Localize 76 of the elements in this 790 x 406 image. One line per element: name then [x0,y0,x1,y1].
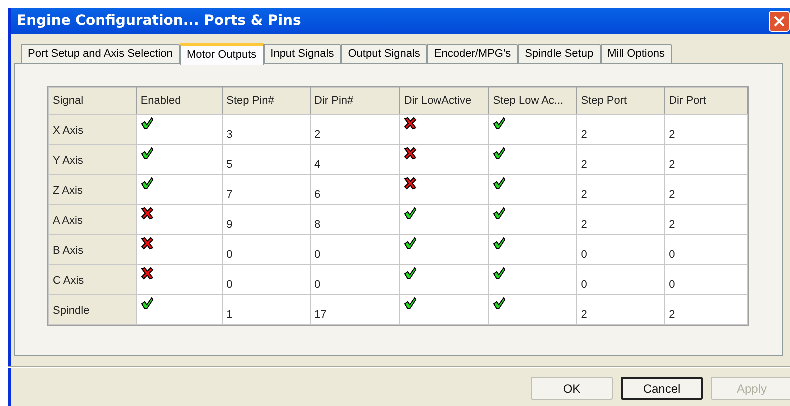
checkmark-icon[interactable] [493,147,506,160]
row-header: C Axis [53,275,84,287]
dialog-button[interactable]: Cancel [621,377,703,400]
row-header: A Axis [53,215,83,227]
column-header[interactable]: Step Port [576,88,665,114]
table-cell: 2 [669,219,676,231]
tab[interactable]: Output Signals [341,44,428,63]
cross-icon[interactable] [140,237,154,250]
table-cell: 4 [314,159,321,171]
table-cell: 2 [669,159,676,171]
column-header[interactable]: Step Pin# [222,88,310,114]
table-cell: 8 [314,219,321,231]
tab[interactable]: Input Signals [264,44,342,63]
table-cell: 0 [669,249,676,261]
column-header[interactable]: Enabled [136,88,222,114]
tab[interactable]: Mill Options [600,44,672,63]
checkmark-icon[interactable] [140,147,154,160]
window-title: Engine Configuration... Ports & Pins [17,12,302,30]
column-header[interactable]: Signal [48,88,136,114]
cross-icon[interactable] [404,117,418,130]
table-cell: 2 [581,189,588,201]
row-header: Z Axis [53,185,83,197]
row-header: B Axis [53,245,84,257]
close-icon [774,16,785,26]
table-cell: 6 [314,189,321,201]
table-cell: 2 [581,129,588,141]
row-header: Spindle [53,305,90,317]
table-cell: 0 [314,249,321,261]
checkmark-icon[interactable] [493,297,506,310]
column-header[interactable]: Dir Port [664,88,748,114]
column-header[interactable]: Dir Pin# [310,88,400,114]
row-header: Y Axis [53,155,84,167]
table-cell: 2 [581,159,588,171]
tab[interactable]: Encoder/MPG's [427,44,518,63]
checkmark-icon[interactable] [493,177,506,190]
table-cell: 2 [314,129,321,141]
table-cell: 2 [669,129,676,141]
tab[interactable]: Port Setup and Axis Selection [21,44,180,63]
checkmark-icon[interactable] [404,297,418,310]
table-cell: 0 [669,279,676,291]
table-cell: 0 [581,249,588,261]
table-cell: 2 [581,219,588,231]
column-header[interactable]: Step Low Ac... [488,88,577,114]
checkmark-icon[interactable] [493,267,506,280]
row-header: X Axis [53,125,84,137]
table-cell: 0 [314,279,321,291]
table-cell: 0 [581,279,588,291]
checkmark-icon[interactable] [404,267,418,280]
dialog-button[interactable]: OK [531,377,613,400]
tab[interactable]: Motor Outputs [180,43,264,65]
table-cell: 1 [226,309,233,321]
close-button[interactable] [769,10,790,32]
cross-icon[interactable] [404,147,418,160]
table-cell: 5 [226,159,233,171]
table-cell: 2 [581,309,588,321]
column-header[interactable]: Dir LowActive [400,88,489,114]
table-cell: 2 [669,309,676,321]
checkmark-icon[interactable] [493,207,506,220]
table-cell: 7 [226,189,233,201]
cross-icon[interactable] [140,267,154,280]
cross-icon[interactable] [404,177,418,190]
checkmark-icon[interactable] [404,237,418,250]
table-cell: 3 [226,129,233,141]
cross-icon[interactable] [140,207,154,220]
table-cell: 0 [226,279,233,291]
checkmark-icon[interactable] [493,237,506,250]
table-cell: 2 [669,189,676,201]
checkmark-icon[interactable] [493,117,506,130]
checkmark-icon[interactable] [140,117,154,130]
checkmark-icon[interactable] [140,177,154,190]
checkmark-icon[interactable] [140,297,154,310]
table-cell: 17 [314,309,327,321]
checkmark-icon[interactable] [404,207,418,220]
table-cell: 9 [226,219,233,231]
table-cell: 0 [226,249,233,261]
tab[interactable]: Spindle Setup [518,44,601,63]
